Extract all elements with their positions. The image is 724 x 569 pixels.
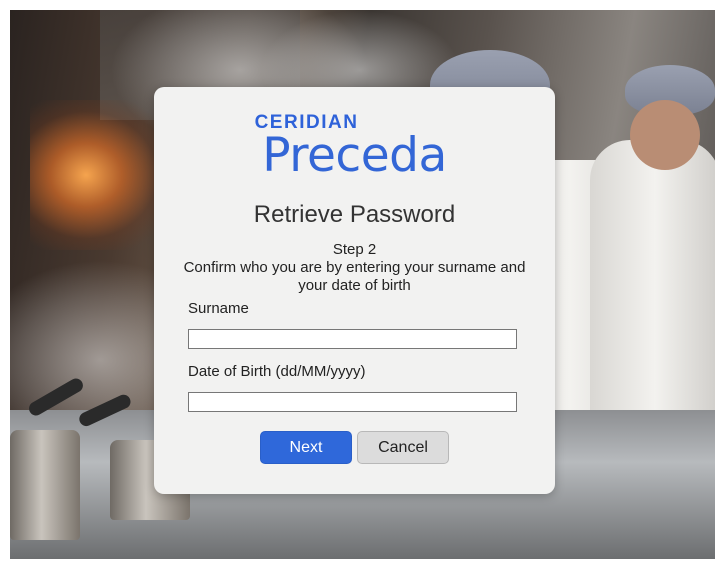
next-button[interactable]: Next [260,431,352,464]
step-indicator: Step 2 [332,241,377,258]
surname-input[interactable] [188,329,517,349]
chef-head [630,100,700,170]
cooking-pot [10,430,80,540]
surname-label: Surname [188,300,249,317]
date-of-birth-input[interactable] [188,392,517,412]
dob-label: Date of Birth (dd/MM/yyyy) [188,363,366,380]
dialog-title: Retrieve Password [253,201,456,228]
instructions-text: Confirm who you are by entering your sur… [183,259,526,294]
cancel-button[interactable]: Cancel [357,431,449,464]
chef-figure [590,140,715,440]
retrieve-password-dialog: CERIDIAN Preceda Retrieve Password Step … [154,87,555,494]
logo-company-name: CERIDIAN [254,112,359,133]
logo-product-name: Preceda [262,128,447,183]
ceridian-preceda-logo: CERIDIAN Preceda [154,113,555,181]
